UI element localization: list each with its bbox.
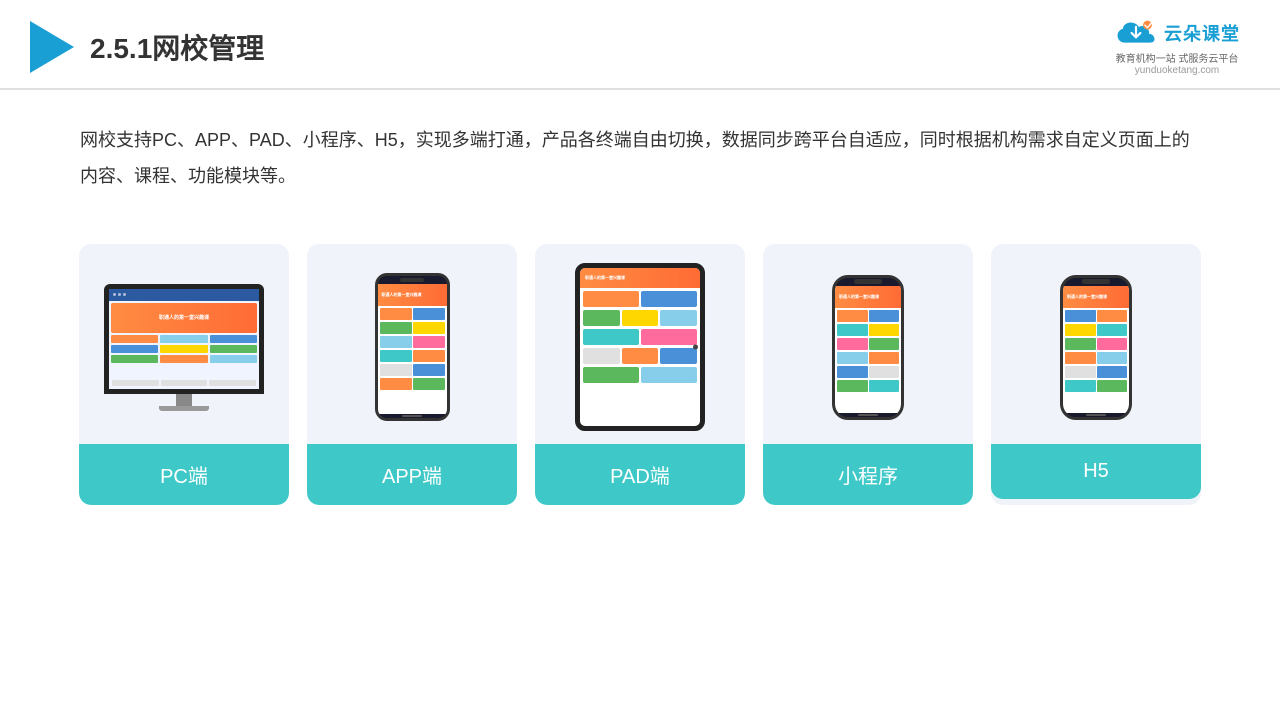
miniapp-phone-mockup: 职通人的第一堂兴趣课 <box>832 275 904 420</box>
pc-image-area: 职通人的第一堂兴趣课 <box>79 244 289 444</box>
pc-mockup: 职通人的第一堂兴趣课 <box>104 284 264 411</box>
logo-triangle-icon <box>30 21 74 73</box>
app-card: 职通人的第一堂兴趣课 <box>307 244 517 505</box>
miniapp-card: 职通人的第一堂兴趣课 <box>763 244 973 505</box>
pad-image-area: 职通人的第一堂兴趣课 <box>535 244 745 444</box>
pc-label: PC端 <box>79 444 289 505</box>
brand-name: 云朵课堂 <box>1164 20 1240 46</box>
pad-tablet-mockup: 职通人的第一堂兴趣课 <box>575 263 705 431</box>
description-text: 网校支持PC、APP、PAD、小程序、H5，实现多端打通，产品各终端自由切换，数… <box>0 90 1280 214</box>
miniapp-label: 小程序 <box>763 444 973 505</box>
description-content: 网校支持PC、APP、PAD、小程序、H5，实现多端打通，产品各终端自由切换，数… <box>80 130 1190 186</box>
cloud-icon <box>1114 18 1158 48</box>
app-label: APP端 <box>307 444 517 505</box>
app-phone-mockup: 职通人的第一堂兴趣课 <box>375 273 450 421</box>
h5-label: H5 <box>991 444 1201 499</box>
header-right: 云朵课堂 教育机构一站 式服务云平台 yunduoketang.com <box>1114 18 1240 76</box>
pad-card: 职通人的第一堂兴趣课 <box>535 244 745 505</box>
pc-monitor: 职通人的第一堂兴趣课 <box>104 284 264 394</box>
miniapp-image-area: 职通人的第一堂兴趣课 <box>763 244 973 444</box>
h5-card: 职通人的第一堂兴趣课 <box>991 244 1201 505</box>
page-title: 2.5.1网校管理 <box>90 27 264 67</box>
brand-tagline: 教育机构一站 式服务云平台 <box>1116 50 1239 65</box>
brand-logo: 云朵课堂 <box>1114 18 1240 48</box>
header: 2.5.1网校管理 云朵课堂 教育机构一站 式服务云平台 yunduoketan… <box>0 0 1280 90</box>
h5-image-area: 职通人的第一堂兴趣课 <box>991 244 1201 444</box>
app-image-area: 职通人的第一堂兴趣课 <box>307 244 517 444</box>
brand-url: yunduoketang.com <box>1135 65 1220 76</box>
pad-label: PAD端 <box>535 444 745 505</box>
h5-phone-mockup: 职通人的第一堂兴趣课 <box>1060 275 1132 420</box>
pc-card: 职通人的第一堂兴趣课 <box>79 244 289 505</box>
header-left: 2.5.1网校管理 <box>30 21 264 73</box>
cards-container: 职通人的第一堂兴趣课 <box>0 224 1280 505</box>
